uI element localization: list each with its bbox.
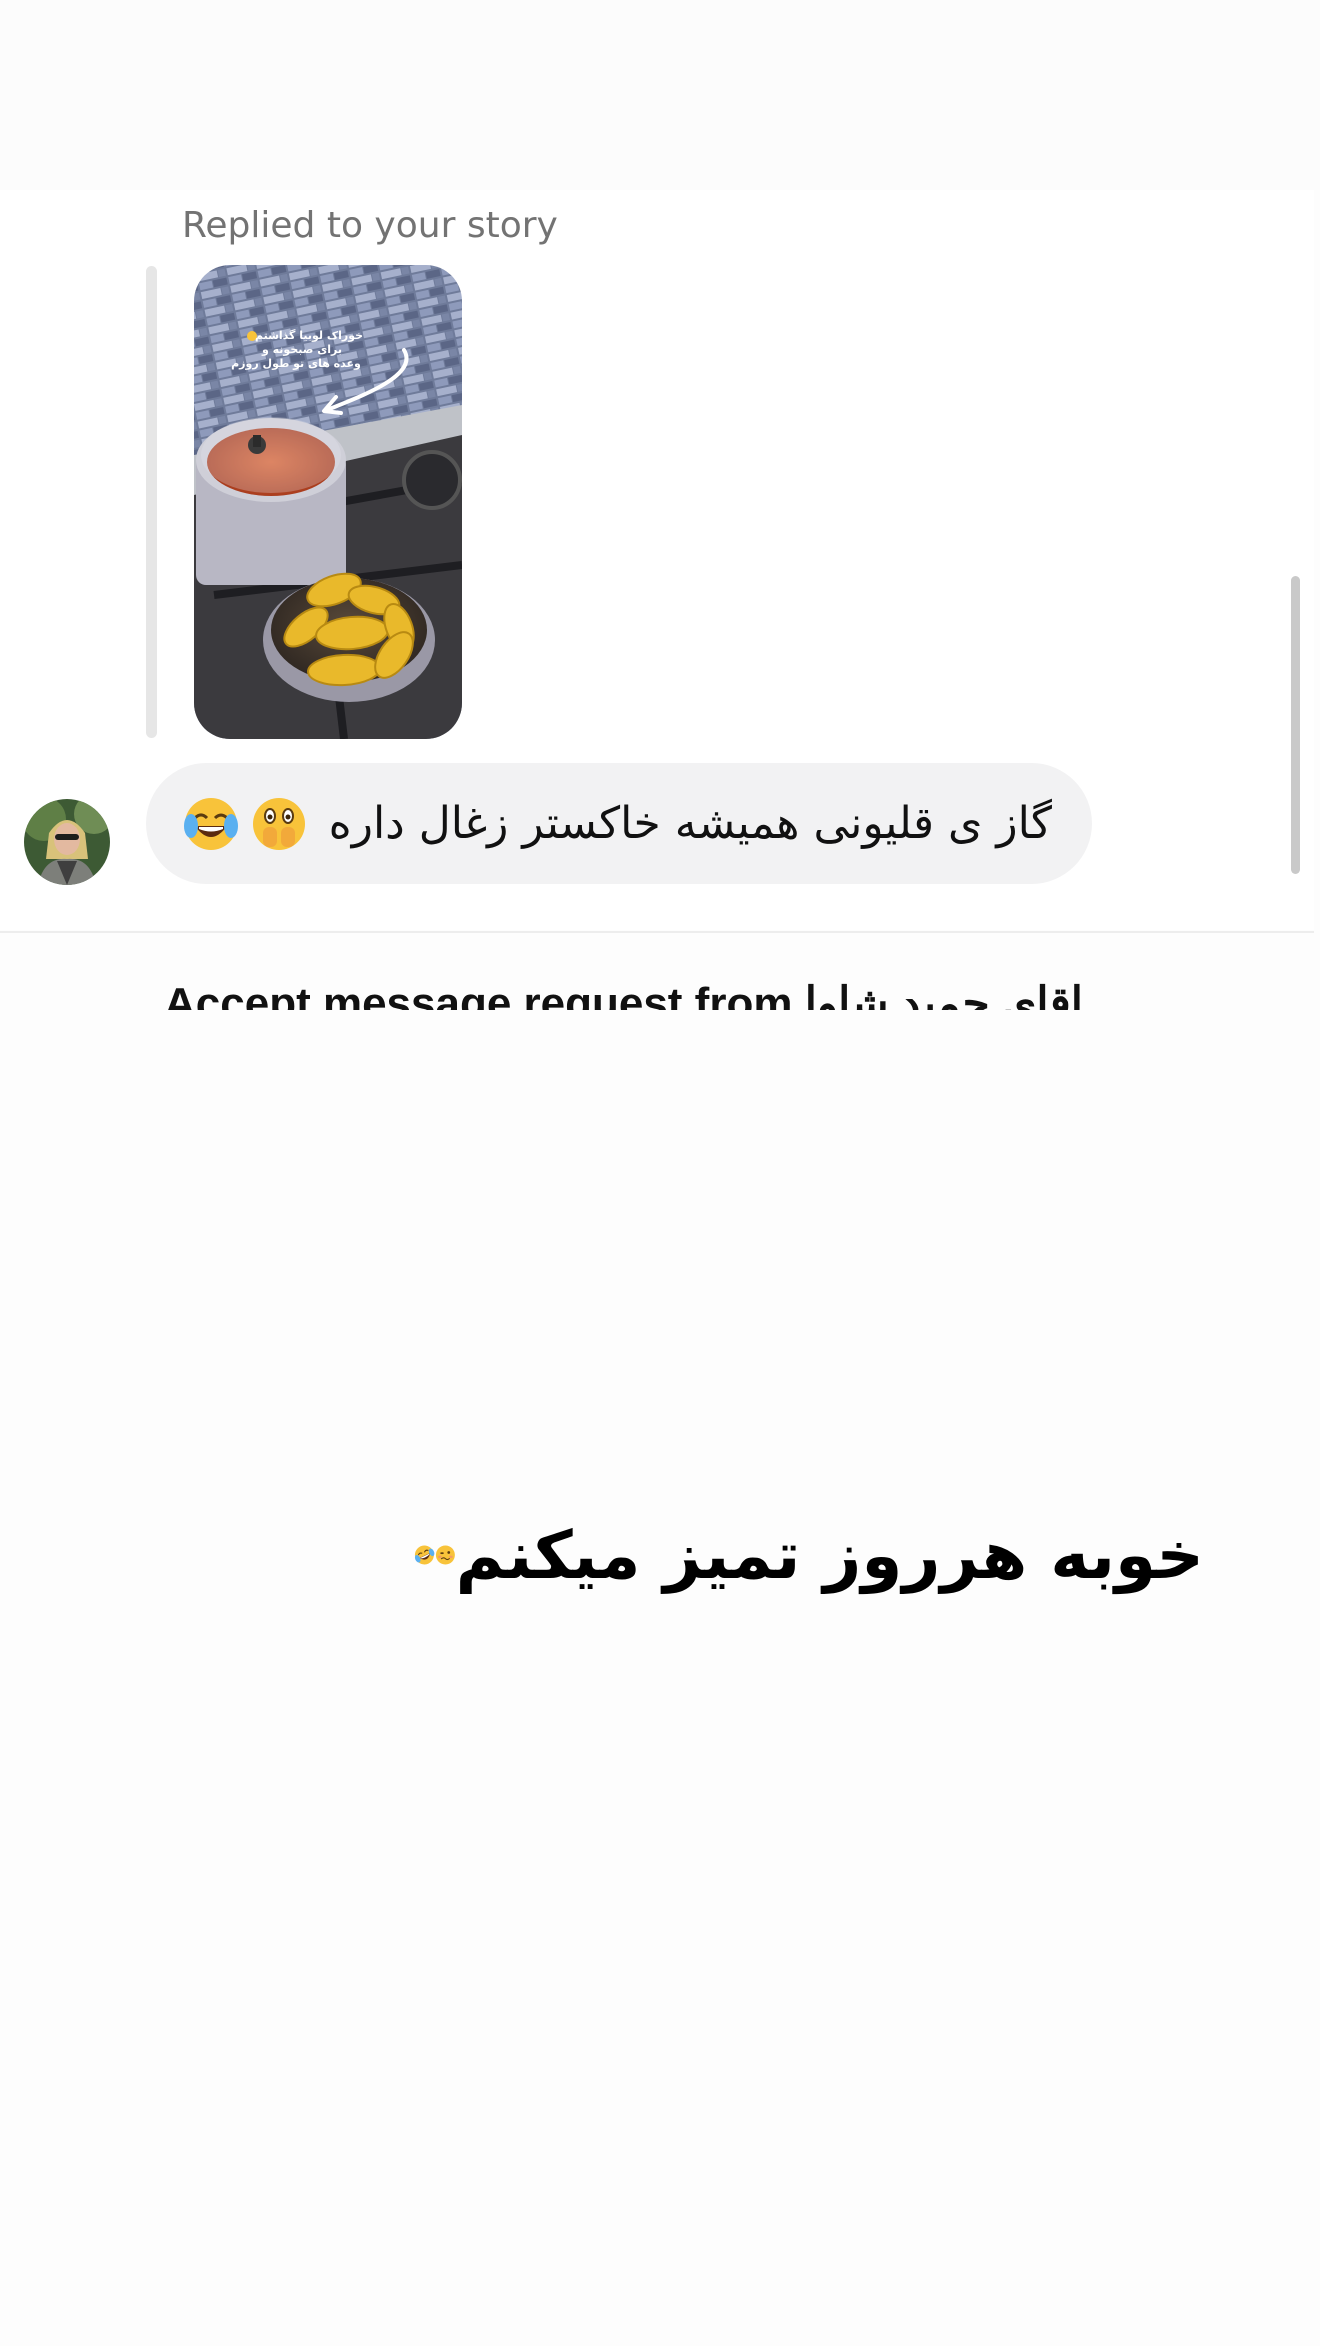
face-with-open-eyes-hand-over-mouth-emoji	[252, 797, 305, 850]
sender-avatar[interactable]	[24, 799, 110, 885]
message-bubble[interactable]: گاز ی قلیونی همیشه خاکستر زغال داره	[146, 763, 1092, 884]
tears-of-joy-emoji	[183, 797, 238, 850]
scrollbar[interactable]	[1291, 576, 1300, 874]
message-request-banner: Accept message request from اقای حمید شا…	[0, 960, 1320, 1010]
replied-to-story-label: Replied to your story	[182, 205, 558, 246]
top-blank-area	[0, 0, 1320, 190]
story-overlay-line-1: خوراک لوبیا گذاشتم	[255, 329, 363, 342]
woozy-face-emoji	[435, 1545, 455, 1565]
meme-caption: خوبه هرروز تمیز میکنم	[414, 1500, 1204, 1610]
message-text: گاز ی قلیونی همیشه خاکستر زغال داره	[328, 798, 1052, 849]
accept-request-text: Accept message request from اقای حمید شا…	[164, 979, 1083, 1010]
story-overlay-line-3: وعده های تو طول روزم	[231, 357, 361, 370]
story-overlay-line-2: برای صبحونه و	[261, 343, 342, 356]
rolling-on-floor-laughing-emoji	[414, 1545, 435, 1565]
story-thumbnail[interactable]: خوراک لوبیا گذاشتم برای صبحونه و وعده ها…	[194, 265, 462, 739]
divider	[0, 931, 1314, 933]
caption-text: خوبه هرروز تمیز میکنم	[455, 1516, 1204, 1594]
reply-quote-bar	[146, 266, 157, 738]
